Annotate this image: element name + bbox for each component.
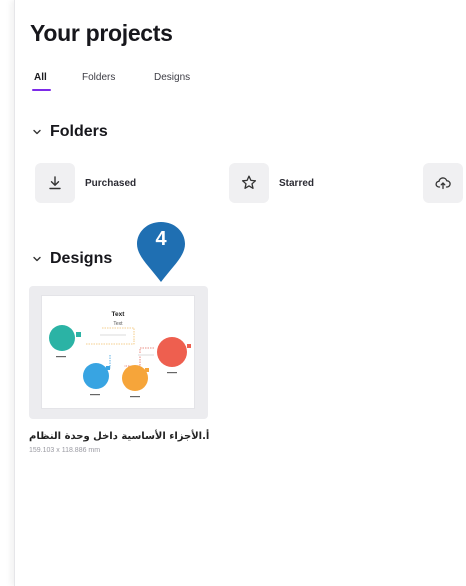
- page-title: Your projects: [30, 20, 173, 46]
- folder-tile: [229, 163, 269, 203]
- designs-section-toggle[interactable]: Designs: [32, 250, 112, 268]
- download-icon: [49, 176, 61, 190]
- cloud-upload-icon: [435, 177, 451, 190]
- step-callout-badge: 4: [135, 220, 187, 284]
- folder-label: Starred: [279, 177, 315, 189]
- folders-section-toggle[interactable]: Folders: [32, 123, 108, 141]
- step-number: 4: [155, 228, 167, 250]
- tab-designs[interactable]: Designs: [154, 72, 190, 91]
- folder-starred[interactable]: Starred: [229, 163, 314, 203]
- chevron-down-icon: [33, 129, 41, 135]
- tab-all[interactable]: All: [32, 72, 51, 91]
- folder-tile: [35, 163, 75, 203]
- star-icon: [241, 175, 257, 189]
- folder-tile: [423, 163, 463, 203]
- design-thumbnail: Text Text: [42, 296, 194, 408]
- design-dimensions: 159.103 x 118.886 mm: [29, 447, 101, 454]
- thumbnail-subheading: Text: [113, 321, 123, 327]
- folder-purchased[interactable]: Purchased: [35, 163, 136, 203]
- design-card[interactable]: Text Text: [29, 286, 208, 419]
- tab-folders[interactable]: Folders: [82, 72, 115, 91]
- chevron-down-icon: [33, 256, 41, 262]
- folders-section-title: Folders: [50, 123, 108, 140]
- design-thumbnail-art: Text Text: [49, 311, 191, 398]
- design-title[interactable]: أ.الأجزاء الأساسية داخل وحدة النظام: [29, 431, 209, 442]
- designs-section-title: Designs: [50, 250, 113, 267]
- thumbnail-heading: Text: [112, 311, 126, 318]
- folder-label: Purchased: [85, 177, 137, 189]
- folder-uploads[interactable]: [423, 163, 463, 203]
